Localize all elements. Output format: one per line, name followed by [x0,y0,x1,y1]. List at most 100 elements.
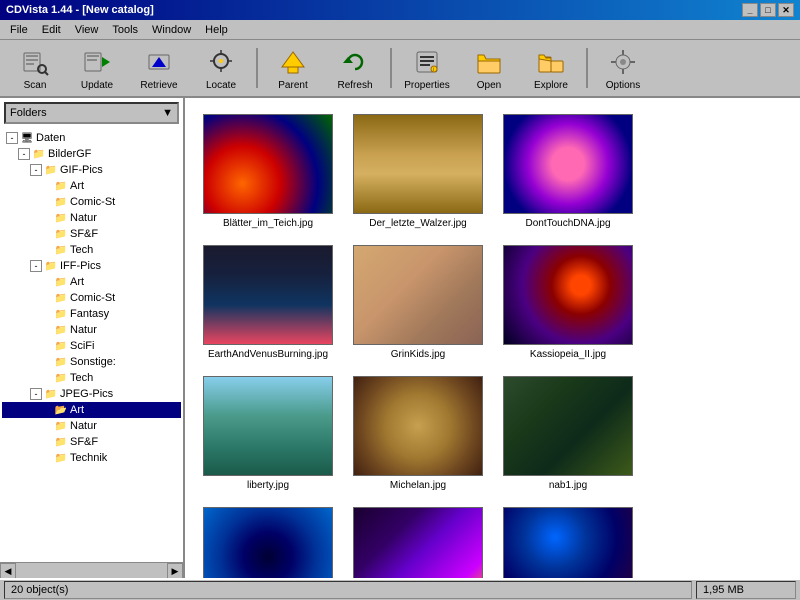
tree-item-gif-sff[interactable]: 📁 SF&F [2,226,181,242]
tree-item-iff-scifi[interactable]: 📁 SciFi [2,338,181,354]
open-button[interactable]: Open [460,44,518,92]
menu-window[interactable]: Window [146,22,197,38]
explore-label: Explore [534,80,568,91]
options-label: Options [606,80,640,91]
folder-icon-jpeg-art: 📂 [54,403,68,417]
expander-bildergf[interactable]: - [18,148,30,160]
title-text: CDVista 1.44 - [New catalog] [6,4,154,16]
tree-item-gif-tech[interactable]: 📁 Tech [2,242,181,258]
thumb-item[interactable]: liberty.jpg [193,368,343,499]
thumbnail-grid[interactable]: Blätter_im_Teich.jpgDer_letzte_Walzer.jp… [185,98,800,578]
expander-daten[interactable]: - [6,132,18,144]
thumb-item[interactable]: Relativität.jpg [493,499,643,578]
sidebar: Folders ▼ - 🖥 Daten - 📁 BilderGF - 📁 GIF… [0,98,185,578]
menu-edit[interactable]: Edit [36,22,67,38]
refresh-button[interactable]: Refresh [326,44,384,92]
tree-item-jpeg-art[interactable]: 📂 Art [2,402,181,418]
folder-icon-gif-tech: 📁 [54,243,68,257]
folder-tree[interactable]: - 🖥 Daten - 📁 BilderGF - 📁 GIF-Pics 📁 Ar… [0,128,183,562]
expander-iffpics[interactable]: - [30,260,42,272]
expander-jpegpics[interactable]: - [30,388,42,400]
statusbar: 20 object(s) 1,95 MB [0,578,800,600]
thumb-item[interactable]: nab1.jpg [493,368,643,499]
thumb-item[interactable]: GrinKids.jpg [343,237,493,368]
update-button[interactable]: Update [68,44,126,92]
tree-item-gif-art[interactable]: 📁 Art [2,178,181,194]
thumb-image [203,507,333,578]
tree-item-jpeg-technik[interactable]: 📁 Technik [2,450,181,466]
locate-button[interactable]: Locate [192,44,250,92]
tree-item-gifpics[interactable]: - 📁 GIF-Pics [2,162,181,178]
tree-label-iff-natur: Natur [70,324,97,336]
titlebar-buttons: _ □ ✕ [742,3,794,17]
tree-item-iff-natur[interactable]: 📁 Natur [2,322,181,338]
options-button[interactable]: Options [594,44,652,92]
tree-label-iff-fantasy: Fantasy [70,308,109,320]
properties-icon: i [411,46,443,78]
thumb-image [203,245,333,345]
scan-icon [19,46,51,78]
sidebar-scroll-right[interactable]: ▶ [167,563,183,578]
toolbar-sep1 [256,48,258,88]
thumb-image [503,507,633,578]
tree-item-gif-natur[interactable]: 📁 Natur [2,210,181,226]
folder-icon-gif-art: 📁 [54,179,68,193]
thumb-image [503,376,633,476]
tree-label-iff-art: Art [70,276,84,288]
thumb-label: Kassiopeia_II.jpg [530,349,606,360]
close-button[interactable]: ✕ [778,3,794,17]
tree-item-jpeg-sff[interactable]: 📁 SF&F [2,434,181,450]
folder-icon-jpeg: 📁 [44,387,58,401]
tree-item-jpeg-natur[interactable]: 📁 Natur [2,418,181,434]
tree-item-bildergf[interactable]: - 📁 BilderGF [2,146,181,162]
menu-view[interactable]: View [69,22,105,38]
tree-item-jpegpics[interactable]: - 📁 JPEG-Pics [2,386,181,402]
expander-gifpics[interactable]: - [30,164,42,176]
retrieve-icon [143,46,175,78]
tree-item-gif-comic[interactable]: 📁 Comic-St [2,194,181,210]
properties-button[interactable]: i Properties [398,44,456,92]
tree-label-jpeg-sff: SF&F [70,436,98,448]
parent-button[interactable]: Parent [264,44,322,92]
folder-icon-iff-fantasy: 📁 [54,307,68,321]
thumb-item[interactable]: Kassiopeia_II.jpg [493,237,643,368]
tree-item-iff-sonstige[interactable]: 📁 Sonstige: [2,354,181,370]
maximize-button[interactable]: □ [760,3,776,17]
tree-item-iff-art[interactable]: 📁 Art [2,274,181,290]
tree-label-iff-tech: Tech [70,372,93,384]
thumb-item[interactable]: EarthAndVenusBurning.jpg [193,237,343,368]
thumb-item[interactable]: Net-Surfer.jpg [193,499,343,578]
tree-item-iff-comic[interactable]: 📁 Comic-St [2,290,181,306]
status-size: 1,95 MB [696,581,796,599]
folder-icon: 📁 [32,147,46,161]
tree-item-daten[interactable]: - 🖥 Daten [2,130,181,146]
refresh-icon [339,46,371,78]
tree-label-jpeg-technik: Technik [70,452,107,464]
thumb-item[interactable]: Michelan.jpg [343,368,493,499]
folder-icon-gif-sff: 📁 [54,227,68,241]
scan-button[interactable]: Scan [6,44,64,92]
menu-file[interactable]: File [4,22,34,38]
explore-button[interactable]: Explore [522,44,580,92]
menu-help[interactable]: Help [199,22,234,38]
refresh-label: Refresh [337,80,372,91]
tree-label-gif-art: Art [70,180,84,192]
minimize-button[interactable]: _ [742,3,758,17]
thumb-image [203,114,333,214]
tree-item-iff-tech[interactable]: 📁 Tech [2,370,181,386]
menu-tools[interactable]: Tools [106,22,144,38]
tree-item-iffpics[interactable]: - 📁 IFF-Pics [2,258,181,274]
tree-label-gif-natur: Natur [70,212,97,224]
tree-label-iff-scifi: SciFi [70,340,94,352]
thumb-item[interactable]: Blätter_im_Teich.jpg [193,106,343,237]
thumb-item[interactable]: DontTouchDNA.jpg [493,106,643,237]
status-objects-text: 20 object(s) [11,584,68,596]
thumb-item[interactable]: NightOwls.jpg [343,499,493,578]
retrieve-button[interactable]: Retrieve [130,44,188,92]
thumb-label: GrinKids.jpg [391,349,445,360]
thumb-image [353,507,483,578]
thumb-item[interactable]: Der_letzte_Walzer.jpg [343,106,493,237]
tree-item-iff-fantasy[interactable]: 📁 Fantasy [2,306,181,322]
folder-dropdown[interactable]: Folders ▼ [4,102,179,124]
sidebar-scroll-left[interactable]: ◀ [0,563,16,578]
